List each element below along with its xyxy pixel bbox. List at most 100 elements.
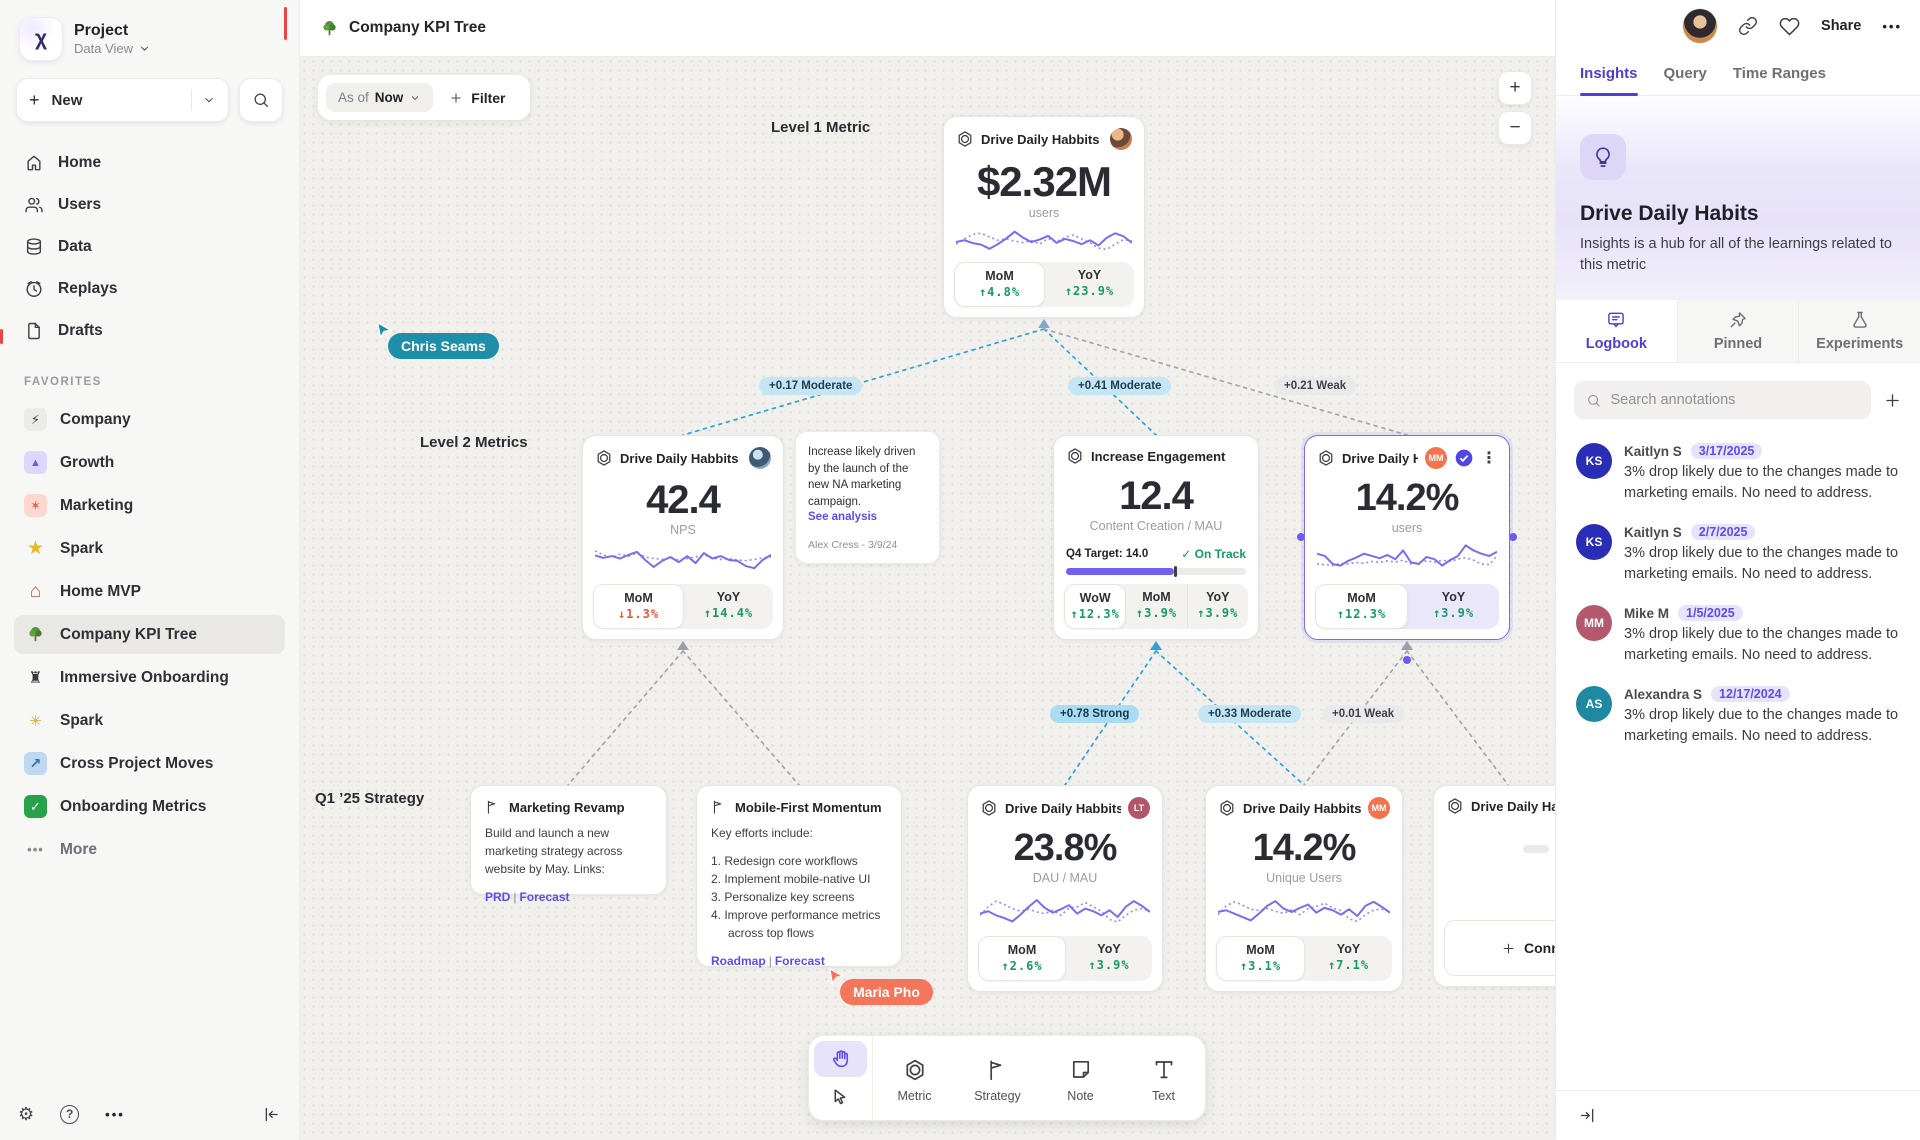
connect-button[interactable]: Connect: [1444, 920, 1555, 976]
sidebar-item-company-kpi-tree[interactable]: Company KPI Tree: [14, 615, 285, 654]
favorite-heart-icon[interactable]: [1779, 16, 1800, 37]
add-annotation-icon[interactable]: [1883, 391, 1902, 410]
annotation-item[interactable]: MM Mike M 1/5/2025 3% drop likely due to…: [1556, 585, 1920, 666]
trend-mom[interactable]: MoM↑12.3%: [1315, 584, 1408, 629]
tab-query[interactable]: Query: [1664, 52, 1707, 95]
avatar: MM: [1576, 605, 1612, 641]
as-of-selector[interactable]: As of Now: [326, 83, 433, 112]
sidebar-item-cross-project-moves[interactable]: ↗Cross Project Moves: [14, 744, 285, 783]
sidebar-item-data[interactable]: Data: [14, 228, 285, 266]
note-tool[interactable]: Note: [1039, 1036, 1122, 1120]
sidebar-item-replays[interactable]: Replays: [14, 270, 285, 308]
metric-card-partial[interactable]: Drive Daily Hab Connect: [1433, 785, 1555, 987]
sidebar-item-onboarding-metrics[interactable]: ✓Onboarding Metrics: [14, 787, 285, 826]
strategy-card-mobile-first[interactable]: Mobile-First Momentum Key efforts includ…: [696, 785, 902, 967]
annotation-item[interactable]: AS Alexandra S 12/17/2024 3% drop likely…: [1556, 666, 1920, 747]
annotation-author: Kaitlyn S: [1624, 444, 1682, 459]
trend-yoy[interactable]: YoY↑3.9%: [1066, 936, 1152, 981]
sidebar-item-more[interactable]: •••More: [14, 830, 285, 869]
trend-mom[interactable]: MoM↑3.1%: [1216, 936, 1305, 981]
metric-card-dau-mau[interactable]: Drive Daily Habbits LT 23.8% DAU / MAU M…: [967, 785, 1163, 992]
trend-mom[interactable]: MoM↑2.6%: [978, 936, 1066, 981]
metric-card-engagement[interactable]: Increase Engagement 12.4 Content Creatio…: [1053, 435, 1259, 640]
metric-tool[interactable]: Metric: [873, 1036, 956, 1120]
strategy-card-marketing-revamp[interactable]: Marketing Revamp Build and launch a new …: [470, 785, 667, 895]
workspace-selector[interactable]: Data View: [74, 41, 151, 56]
collapse-sidebar-icon[interactable]: [262, 1105, 281, 1124]
select-tool[interactable]: [814, 1079, 867, 1115]
nav-label: Drafts: [58, 322, 103, 340]
sidebar-item-home-mvp[interactable]: ⌂Home MVP: [14, 572, 285, 611]
filter-button[interactable]: Filter: [433, 90, 521, 106]
sidebar-item-drafts[interactable]: Drafts: [14, 312, 285, 350]
metric-card-unique-users[interactable]: Drive Daily Habbits MM 14.2% Unique User…: [1205, 785, 1403, 992]
annotation-author: Alexandra S: [1624, 687, 1702, 702]
forecast-link[interactable]: Forecast: [775, 954, 825, 968]
hand-tool[interactable]: [814, 1041, 867, 1077]
sidebar-item-spark[interactable]: ★Spark: [14, 529, 285, 568]
metric-card-l1[interactable]: Drive Daily Habbits $2.32M users MoM↑4.8…: [943, 116, 1145, 318]
more-options-icon[interactable]: •••: [105, 1107, 125, 1122]
tab-insights[interactable]: Insights: [1580, 52, 1638, 95]
on-track-status: ✓ On Track: [1181, 547, 1246, 561]
zoom-out-button[interactable]: −: [1498, 111, 1532, 145]
annotation-body: 3% drop likely due to the changes made t…: [1624, 624, 1900, 666]
share-button[interactable]: Share: [1821, 18, 1861, 34]
subtab-pinned[interactable]: Pinned: [1677, 300, 1799, 362]
collapse-panel-icon[interactable]: [1578, 1106, 1597, 1125]
trend-wow[interactable]: WoW↑12.3%: [1064, 584, 1126, 629]
trend-yoy[interactable]: YoY↑23.9%: [1045, 262, 1134, 307]
card-menu-icon[interactable]: ⋮: [1481, 448, 1497, 468]
sidebar-item-spark-2[interactable]: ✳Spark: [14, 701, 285, 740]
see-analysis-link[interactable]: See analysis: [808, 511, 927, 523]
sidebar-item-users[interactable]: Users: [14, 186, 285, 224]
subtab-logbook[interactable]: Logbook: [1556, 300, 1677, 362]
subtab-experiments[interactable]: Experiments: [1798, 300, 1920, 362]
metric-octagon-icon: [1317, 449, 1335, 467]
owner-badge: LT: [1128, 797, 1150, 819]
project-switcher[interactable]: χ Project Data View: [14, 16, 285, 74]
search-annotations-input[interactable]: [1610, 392, 1859, 408]
annotation-search[interactable]: [1574, 381, 1871, 419]
kpi-tree-canvas[interactable]: As of Now Filter + − Level 1 Metric Leve…: [300, 57, 1555, 1140]
trend-mom[interactable]: MoM↑4.8%: [954, 262, 1045, 307]
chevron-down-icon[interactable]: [202, 93, 216, 107]
fav-label: Onboarding Metrics: [60, 798, 206, 816]
prd-link[interactable]: PRD: [485, 890, 510, 904]
text-tool[interactable]: Text: [1122, 1036, 1205, 1120]
trend-yoy[interactable]: YoY↑3.9%: [1408, 584, 1499, 629]
user-avatar[interactable]: [1683, 9, 1717, 43]
metric-card-nps[interactable]: Drive Daily Habbits 42.4 NPS MoM↓1.3% Yo…: [582, 435, 784, 640]
trend-yoy[interactable]: YoY↑7.1%: [1305, 936, 1392, 981]
metric-card-selected[interactable]: Drive Daily Habb.. MM ⋮ 14.2% users MoM↑…: [1304, 435, 1510, 640]
annotation-item[interactable]: KS Kaitlyn S 3/17/2025 3% drop likely du…: [1556, 423, 1920, 504]
trend-mom[interactable]: MoM↑3.9%: [1126, 584, 1186, 629]
new-button[interactable]: + New: [16, 78, 229, 122]
strategy-list-item: 2. Implement mobile-native UI: [711, 870, 887, 888]
zoom-in-button[interactable]: +: [1498, 71, 1532, 105]
sidebar-item-immersive-onboarding[interactable]: ♜Immersive Onboarding: [14, 658, 285, 697]
gear-icon[interactable]: ⚙: [18, 1104, 34, 1125]
roadmap-link[interactable]: Roadmap: [711, 954, 766, 968]
forecast-link[interactable]: Forecast: [519, 890, 569, 904]
trend-yoy[interactable]: YoY↑3.9%: [1187, 584, 1248, 629]
canvas-note[interactable]: Increase likely driven by the launch of …: [795, 431, 940, 564]
annotation-item[interactable]: KS Kaitlyn S 2/7/2025 3% drop likely due…: [1556, 504, 1920, 585]
trend-yoy[interactable]: YoY↑14.4%: [684, 584, 773, 629]
tree-icon: [320, 19, 339, 38]
insights-metric-title: Drive Daily Habits: [1580, 202, 1896, 226]
owner-avatar[interactable]: [1110, 128, 1132, 150]
sidebar-item-home[interactable]: Home: [14, 144, 285, 182]
overflow-menu-icon[interactable]: •••: [1882, 19, 1902, 34]
strategy-tool[interactable]: Strategy: [956, 1036, 1039, 1120]
owner-avatar[interactable]: [749, 447, 771, 469]
search-button[interactable]: [239, 78, 283, 122]
trend-mom[interactable]: MoM↓1.3%: [593, 584, 684, 629]
annotation-body: 3% drop likely due to the changes made t…: [1624, 705, 1900, 747]
sidebar-item-growth[interactable]: ▲Growth: [14, 443, 285, 482]
tab-time-ranges[interactable]: Time Ranges: [1733, 52, 1826, 95]
help-icon[interactable]: ?: [60, 1105, 79, 1124]
copy-link-icon[interactable]: [1738, 16, 1758, 36]
sidebar-item-marketing[interactable]: ✶Marketing: [14, 486, 285, 525]
sidebar-item-company[interactable]: ⚡Company: [14, 400, 285, 439]
